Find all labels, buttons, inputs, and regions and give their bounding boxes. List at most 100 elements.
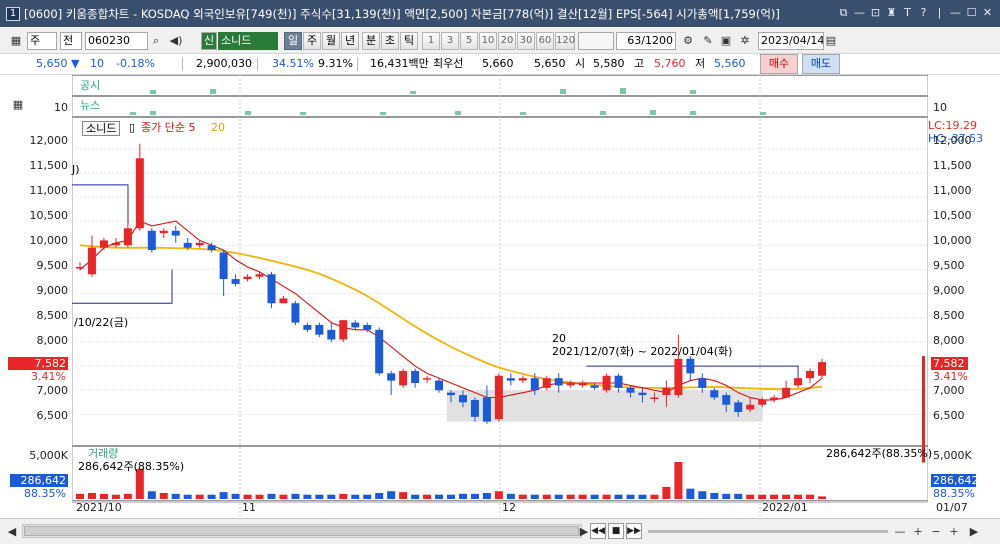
candle-body bbox=[530, 378, 539, 391]
save-icon[interactable]: ▣ bbox=[718, 32, 734, 50]
zoom-slider[interactable] bbox=[648, 530, 888, 533]
maximize-icon[interactable]: ☐ bbox=[965, 5, 978, 20]
plus-icon[interactable]: + bbox=[946, 523, 962, 541]
left-annotation-tag: J) bbox=[72, 163, 80, 176]
legend-stock-name[interactable]: 소니드 bbox=[82, 121, 121, 136]
zoom-in-icon[interactable]: + bbox=[910, 523, 926, 541]
gear-icon[interactable]: ✲ bbox=[737, 32, 753, 50]
volume-label: 거래량 bbox=[88, 447, 119, 460]
candle-body bbox=[123, 228, 132, 246]
period-second-button[interactable]: 초 bbox=[381, 32, 399, 50]
best-bid-label: 최우선 bbox=[433, 57, 464, 70]
current-price: 5,650 bbox=[36, 57, 68, 70]
help-icon[interactable]: ? bbox=[917, 5, 930, 20]
separator-icon: | bbox=[937, 6, 942, 19]
zoom-out-icon[interactable]: — bbox=[892, 523, 908, 541]
period-tick-button[interactable]: 틱 bbox=[400, 32, 418, 50]
scrollbar[interactable] bbox=[22, 524, 582, 538]
volume-bar bbox=[76, 493, 84, 499]
volume-bar bbox=[602, 494, 611, 499]
interval-20-button[interactable]: 20 bbox=[498, 32, 516, 50]
news-label: 뉴스 bbox=[80, 99, 101, 112]
disclosure-bar bbox=[560, 89, 566, 94]
close-icon[interactable]: ✕ bbox=[981, 5, 994, 20]
stop-icon[interactable]: ■ bbox=[608, 523, 624, 539]
candle-body bbox=[722, 395, 731, 405]
price-tick-right: 11,000 bbox=[933, 184, 972, 197]
interval-5-button[interactable]: 5 bbox=[460, 32, 478, 50]
volume-bar bbox=[614, 494, 623, 499]
chart-settings-icon[interactable]: ⚙ bbox=[680, 32, 696, 50]
price-tick: 8,500 bbox=[36, 309, 69, 322]
stock-code-input[interactable]: 060230 bbox=[85, 32, 148, 50]
scrollbar-thumb[interactable] bbox=[24, 526, 579, 536]
date-input[interactable]: 2023/04/14 bbox=[758, 32, 824, 50]
interval-1-button[interactable]: 1 bbox=[422, 32, 440, 50]
window-title: [0600] 키움종합차트 - KOSDAQ 외국인보유[749(천)] 주식수… bbox=[24, 6, 780, 21]
interval-3-button[interactable]: 3 bbox=[441, 32, 459, 50]
period-week-button[interactable]: 주 bbox=[303, 32, 321, 50]
news-bar bbox=[380, 112, 386, 115]
calendar-icon[interactable]: ▤ bbox=[823, 32, 839, 50]
price-tick: 10,500 bbox=[29, 209, 69, 222]
candle-body bbox=[566, 383, 575, 386]
next-page-icon[interactable]: ▶▶ bbox=[626, 523, 642, 539]
period-month-button[interactable]: 월 bbox=[322, 32, 340, 50]
candle-body bbox=[363, 325, 372, 330]
volume-bar bbox=[111, 494, 120, 499]
news-bar bbox=[245, 111, 251, 115]
link-window-icon[interactable]: ⧉ bbox=[837, 5, 850, 20]
font-icon[interactable]: T bbox=[901, 5, 914, 20]
search-icon[interactable]: ⌕ bbox=[148, 32, 164, 50]
divider bbox=[182, 57, 183, 71]
date-tick: 2022/01 bbox=[762, 501, 808, 514]
grid-icon[interactable]: ▦ bbox=[8, 32, 24, 50]
volume-bar bbox=[159, 492, 168, 499]
volume-bar bbox=[470, 493, 479, 499]
period-minute-button[interactable]: 분 bbox=[362, 32, 380, 50]
interval-60-button[interactable]: 60 bbox=[536, 32, 554, 50]
interval-30-button[interactable]: 30 bbox=[517, 32, 535, 50]
scope-select[interactable]: 전 bbox=[60, 32, 82, 50]
speaker-icon[interactable]: ◀) bbox=[168, 32, 184, 50]
price-tick-right: 7,000 bbox=[933, 384, 965, 397]
change-value: 10 bbox=[90, 57, 104, 70]
candle-body bbox=[171, 230, 180, 236]
volume-bar bbox=[806, 494, 815, 499]
price-tick: 12,000 bbox=[29, 134, 69, 147]
disclosure-bar bbox=[690, 90, 696, 94]
period-day-button[interactable]: 일 bbox=[284, 32, 302, 50]
window-number: 1 bbox=[6, 6, 20, 21]
volume-bar bbox=[722, 493, 731, 499]
candle-body bbox=[351, 322, 360, 328]
restore-sub-icon[interactable]: ⊡ bbox=[869, 5, 882, 20]
sell-button[interactable]: 매도 bbox=[802, 54, 840, 74]
volume-bar bbox=[219, 492, 228, 499]
minimize-sub-icon[interactable]: — bbox=[853, 5, 866, 20]
open-label: 시 bbox=[575, 57, 586, 70]
candle-body bbox=[195, 242, 204, 246]
legend-toggle-icon[interactable]: ▯ bbox=[129, 121, 135, 134]
candle-body bbox=[267, 274, 276, 304]
minus-icon[interactable]: − bbox=[928, 523, 944, 541]
candle-body bbox=[674, 358, 683, 396]
interval-10-button[interactable]: 10 bbox=[479, 32, 497, 50]
market-select[interactable]: 주 bbox=[27, 32, 57, 50]
pin-icon[interactable]: ♜ bbox=[885, 5, 898, 20]
draw-tool-icon[interactable]: ✎ bbox=[700, 32, 716, 50]
volume-bar bbox=[399, 492, 408, 499]
minimize-icon[interactable]: — bbox=[949, 5, 962, 20]
data-count-field[interactable]: 63/1200 bbox=[616, 32, 676, 50]
interval-120-button[interactable]: 120 bbox=[555, 32, 575, 50]
scroll-left-icon[interactable]: ◀ bbox=[4, 523, 20, 541]
buy-button[interactable]: 매수 bbox=[760, 54, 798, 74]
scroll-end-icon[interactable]: ▶ bbox=[966, 523, 982, 541]
first-page-icon[interactable]: ◀◀ bbox=[590, 523, 606, 539]
period-year-button[interactable]: 년 bbox=[341, 32, 359, 50]
disclosure-bar bbox=[620, 88, 626, 94]
disclosure-bar bbox=[210, 89, 216, 94]
right-date: 01/07 bbox=[936, 501, 968, 514]
interval-custom-select[interactable] bbox=[578, 32, 614, 50]
candle-body bbox=[411, 370, 420, 383]
volume-bar bbox=[327, 494, 336, 499]
